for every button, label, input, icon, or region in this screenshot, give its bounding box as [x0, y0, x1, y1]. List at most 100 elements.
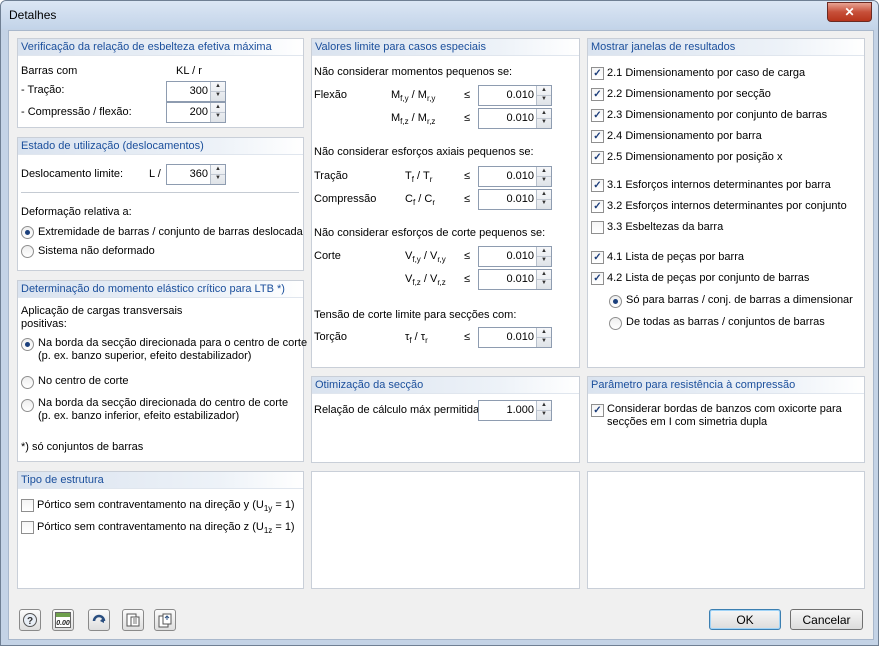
spin-down-icon[interactable]: ▼ — [537, 95, 551, 104]
close-button[interactable]: ✕ — [827, 2, 872, 22]
checkbox-result-2-5[interactable]: ✓ — [591, 151, 604, 164]
radio-shear-center-label: No centro de corte — [38, 375, 129, 387]
optimization-panel: Otimização da secção Relação de cálculo … — [311, 376, 580, 463]
checkbox-result-3-3[interactable] — [591, 221, 604, 234]
spin-down-icon[interactable]: ▼ — [537, 118, 551, 127]
checkbox-unbraced-y[interactable] — [21, 499, 34, 512]
empty-panel-middle — [311, 471, 580, 589]
t-limit-spinner[interactable]: 0.010 ▲ ▼ — [478, 166, 552, 187]
vz-limit-spinner[interactable]: 0.010 ▲ ▼ — [478, 269, 552, 290]
spin-down-icon[interactable]: ▼ — [537, 256, 551, 265]
checkbox-result-2-3[interactable]: ✓ — [591, 109, 604, 122]
empty-panel-right — [587, 471, 865, 589]
result-4-1-label: 4.1 Lista de peças por barra — [607, 251, 744, 263]
radio-shear-center[interactable] — [21, 376, 34, 389]
save-file-icon — [158, 613, 172, 628]
deflection-limit-spinner[interactable]: 360 ▲ ▼ — [166, 164, 226, 185]
small-shear-label: Não considerar esforços de corte pequeno… — [314, 227, 546, 239]
spin-down-icon[interactable]: ▼ — [537, 199, 551, 208]
checkbox-flame-cut-edges[interactable]: ✓ — [591, 404, 604, 417]
tau-limit-spinner[interactable]: 0.010 ▲ ▼ — [478, 327, 552, 348]
checkbox-result-4-1[interactable]: ✓ — [591, 251, 604, 264]
checkbox-result-2-1[interactable]: ✓ — [591, 67, 604, 80]
vy-limit-value: 0.010 — [506, 250, 534, 262]
result-2-3-label: 2.3 Dimensionamento por conjunto de barr… — [607, 109, 828, 121]
radio-only-designed-bars[interactable] — [609, 295, 622, 308]
torsion-label: Torção — [314, 331, 348, 343]
radio-destabilizing-note: (p. ex. banzo superior, efeito destabili… — [38, 350, 252, 362]
mz-limit-value: 0.010 — [506, 112, 534, 124]
flame-cut-label-1: Considerar bordas de banzos com oxicorte… — [607, 403, 842, 415]
load-application-label: Aplicação de cargas transversais — [21, 305, 183, 317]
slenderness-title: Verificação da relação de esbelteza efet… — [21, 41, 272, 53]
radio-displaced-ends[interactable] — [21, 226, 34, 239]
radio-destabilizing-label: Na borda da secção direcionada para o ce… — [38, 337, 308, 349]
radio-undeformed-system-label: Sistema não deformado — [38, 245, 155, 257]
radio-undeformed-system[interactable] — [21, 245, 34, 258]
tension-slenderness-spinner[interactable]: 300 ▲ ▼ — [166, 81, 226, 102]
save-settings-button[interactable] — [154, 609, 176, 631]
vy-limit-spinner[interactable]: 0.010 ▲ ▼ — [478, 246, 552, 267]
my-limit-value: 0.010 — [506, 89, 534, 101]
compression-label: - Compressão / flexão: — [21, 106, 132, 118]
deflection-limit-value: 360 — [189, 168, 208, 180]
c-ratio-expr: Cf / Cr — [405, 193, 435, 208]
radio-all-bars-label: De todas as barras / conjuntos de barras — [626, 316, 825, 328]
tau-ratio-expr: τf / τr — [405, 331, 428, 346]
spin-down-icon[interactable]: ▼ — [537, 176, 551, 185]
torsion-limit-label: Tensão de corte limite para secções com: — [314, 309, 517, 321]
checkbox-result-2-4[interactable]: ✓ — [591, 130, 604, 143]
vy-ratio-expr: Vf,y / Vr,y — [405, 250, 446, 265]
ltb-footnote: *) só conjuntos de barras — [21, 441, 144, 453]
le-symbol: ≤ — [464, 170, 471, 182]
svg-text:0.00: 0.00 — [56, 620, 70, 627]
serviceability-title: Estado de utilização (deslocamentos) — [21, 140, 204, 152]
spin-down-icon[interactable]: ▼ — [537, 410, 551, 419]
units-button[interactable]: 0.00 — [52, 609, 74, 631]
mz-limit-spinner[interactable]: 0.010 ▲ ▼ — [478, 108, 552, 129]
separator — [21, 192, 299, 193]
optimization-title: Otimização da secção — [315, 379, 424, 391]
max-ratio-spinner[interactable]: 1.000 ▲ ▼ — [478, 400, 552, 421]
title-bar: Detalhes ✕ — [1, 1, 878, 29]
compression-param-panel: Parâmetro para resistência à compressão … — [587, 376, 865, 463]
checkbox-result-2-2[interactable]: ✓ — [591, 88, 604, 101]
radio-destabilizing[interactable] — [21, 338, 34, 351]
radio-all-bars[interactable] — [609, 317, 622, 330]
radio-stabilizing[interactable] — [21, 399, 34, 412]
spin-down-icon[interactable]: ▼ — [211, 112, 225, 121]
spin-down-icon[interactable]: ▼ — [537, 279, 551, 288]
checkbox-result-4-2[interactable]: ✓ — [591, 272, 604, 285]
c-limit-spinner[interactable]: 0.010 ▲ ▼ — [478, 189, 552, 210]
spin-down-icon[interactable]: ▼ — [211, 91, 225, 100]
result-4-2-label: 4.2 Lista de peças por conjunto de barra… — [607, 272, 810, 284]
dialog-client: Verificação da relação de esbelteza efet… — [8, 30, 874, 640]
le-symbol: ≤ — [464, 331, 471, 343]
spin-down-icon[interactable]: ▼ — [211, 174, 225, 183]
compression-slenderness-spinner[interactable]: 200 ▲ ▼ — [166, 102, 226, 123]
max-ratio-label: Relação de cálculo máx permitida: — [314, 404, 483, 416]
results-title: Mostrar janelas de resultados — [591, 41, 736, 53]
vz-limit-value: 0.010 — [506, 273, 534, 285]
checkbox-unbraced-z[interactable] — [21, 521, 34, 534]
le-symbol: ≤ — [464, 89, 471, 101]
tau-limit-value: 0.010 — [506, 331, 534, 343]
dialog-window: Detalhes ✕ Verificação da relação de esb… — [0, 0, 879, 646]
reset-arrow-icon — [92, 614, 106, 623]
window-title: Detalhes — [9, 8, 57, 22]
spin-down-icon[interactable]: ▼ — [537, 337, 551, 346]
checkbox-result-3-1[interactable]: ✓ — [591, 179, 604, 192]
default-button[interactable] — [88, 609, 110, 631]
tension-slenderness-value: 300 — [189, 85, 208, 97]
help-button[interactable]: ? — [19, 609, 41, 631]
t-limit-value: 0.010 — [506, 170, 534, 182]
le-symbol: ≤ — [464, 112, 471, 124]
my-limit-spinner[interactable]: 0.010 ▲ ▼ — [478, 85, 552, 106]
small-axial-label: Não considerar esforços axiais pequenos … — [314, 146, 534, 158]
load-application-label-2: positivas: — [21, 318, 67, 330]
cancel-button[interactable]: Cancelar — [790, 609, 863, 630]
ok-button[interactable]: OK — [709, 609, 781, 630]
checkbox-result-3-2[interactable]: ✓ — [591, 200, 604, 213]
load-settings-button[interactable] — [122, 609, 144, 631]
tension-label: Tração — [314, 170, 348, 182]
